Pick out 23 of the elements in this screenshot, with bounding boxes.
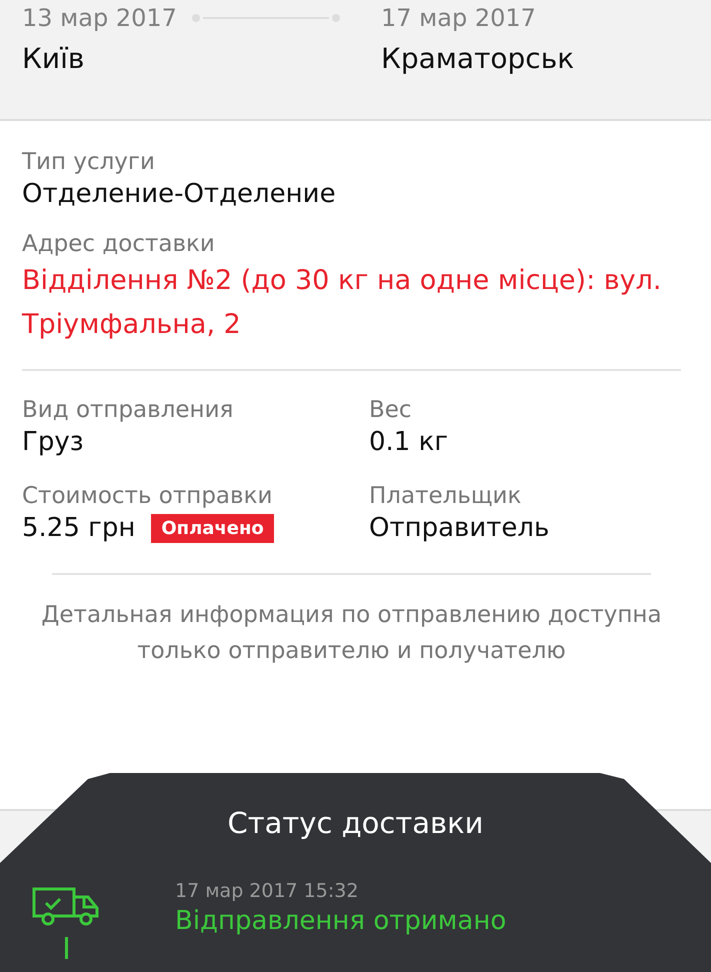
departure-date: 13 мар 2017 [22,4,177,32]
field-value: Отправитель [369,513,550,543]
info-note: Детальная информация по отправлению доступна только отправителю и получателю [40,601,663,666]
departure-city: Київ [22,42,86,75]
field-label: Вес [369,397,413,423]
field-value: Груз [22,427,84,457]
arrival-date: 17 мар 2017 [381,4,536,32]
field-label: Вид отправления [22,397,234,423]
panel-title: Статус доставки [226,805,484,840]
field-label: Стоимость отправки [22,483,274,509]
timeline-line [65,937,68,959]
field-label: Адрес доставки [22,231,216,257]
event-status: Відправлення отримано [175,906,508,936]
field-label: Плательщик [369,483,522,509]
field-value: 0.1 кг [369,427,448,457]
field-value: 5.25 грн [22,513,136,543]
truck-icon [32,887,100,927]
field-label: Тип услуги [22,149,156,175]
arrival-city: Краматорськ [381,42,576,75]
delivery-address: Відділення №2 (до 30 кг на одне місце): вул. Тріумфальна, 2 [22,264,662,342]
field-value: Отделение-Отделение [22,179,337,209]
event-time: 17 мар 2017 15:32 [175,880,360,902]
paid-badge: Оплачено [151,514,274,542]
